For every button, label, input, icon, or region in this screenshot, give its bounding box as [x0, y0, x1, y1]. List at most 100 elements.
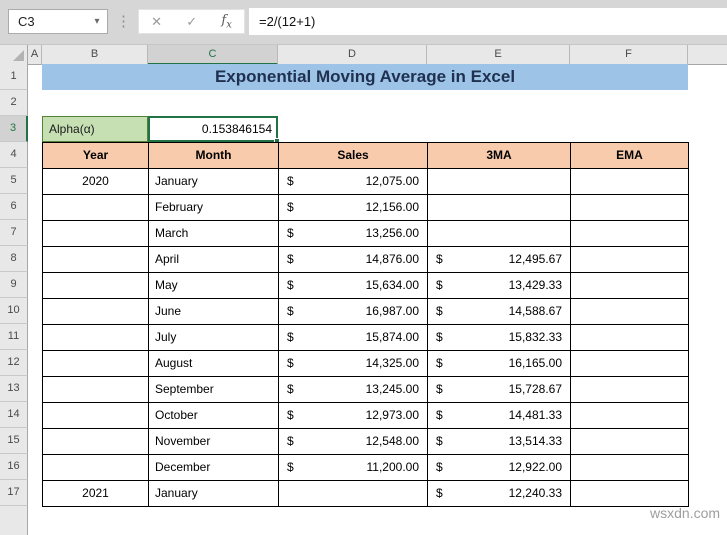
cell-3ma[interactable]: $13,514.33 [428, 429, 571, 455]
cell-sales[interactable]: $12,973.00 [279, 403, 428, 429]
row-header-10[interactable]: 10 [0, 298, 28, 324]
cell-ema[interactable] [571, 351, 689, 377]
cell-month[interactable]: September [149, 377, 279, 403]
column-header-C[interactable]: C [148, 45, 278, 65]
formula-input[interactable]: =2/(12+1) [249, 8, 727, 35]
cell-ema[interactable] [571, 429, 689, 455]
row-header-1[interactable]: 1 [0, 64, 28, 90]
column-header-B[interactable]: B [42, 45, 148, 65]
cell-year[interactable] [43, 455, 149, 481]
cell-3ma[interactable]: $15,832.33 [428, 325, 571, 351]
cell-month[interactable]: February [149, 195, 279, 221]
row-header-16[interactable]: 16 [0, 454, 28, 480]
row-header-11[interactable]: 11 [0, 324, 28, 350]
cell-year[interactable] [43, 429, 149, 455]
cell-ema[interactable] [571, 377, 689, 403]
table-header-3ma[interactable]: 3MA [428, 143, 571, 169]
cell-year[interactable] [43, 247, 149, 273]
cell-ema[interactable] [571, 325, 689, 351]
insert-function-icon[interactable]: fx [221, 13, 231, 31]
cell-year[interactable]: 2021 [43, 481, 149, 507]
cell-sales[interactable]: $13,256.00 [279, 221, 428, 247]
column-header-E[interactable]: E [427, 45, 570, 65]
cell-sales[interactable]: $13,245.00 [279, 377, 428, 403]
cell-month[interactable]: May [149, 273, 279, 299]
cell-year[interactable] [43, 273, 149, 299]
cell-ema[interactable] [571, 247, 689, 273]
title-cell[interactable]: Exponential Moving Average in Excel [42, 64, 688, 90]
cell-3ma[interactable] [428, 221, 571, 247]
enter-icon[interactable]: ✓ [186, 14, 197, 30]
alpha-label-cell[interactable]: Alpha(α) [42, 116, 148, 142]
cell-ema[interactable] [571, 299, 689, 325]
cancel-icon[interactable]: ✕ [151, 14, 162, 30]
column-header-F[interactable]: F [570, 45, 688, 65]
cell-3ma[interactable]: $13,429.33 [428, 273, 571, 299]
cell-3ma[interactable] [428, 169, 571, 195]
cell-sales[interactable]: $12,075.00 [279, 169, 428, 195]
cell-month[interactable]: January [149, 481, 279, 507]
cell-3ma[interactable]: $12,922.00 [428, 455, 571, 481]
select-all-button[interactable] [0, 45, 28, 65]
cell-month[interactable]: October [149, 403, 279, 429]
cell-sales[interactable]: $11,200.00 [279, 455, 428, 481]
cell-month[interactable]: July [149, 325, 279, 351]
cell-3ma[interactable]: $14,481.33 [428, 403, 571, 429]
column-header-D[interactable]: D [278, 45, 427, 65]
cell-ema[interactable] [571, 481, 689, 507]
table-header-year[interactable]: Year [43, 143, 149, 169]
cell-ema[interactable] [571, 455, 689, 481]
row-header-17[interactable]: 17 [0, 480, 28, 506]
cell-year[interactable] [43, 403, 149, 429]
cell-3ma[interactable]: $12,240.33 [428, 481, 571, 507]
cell-year[interactable] [43, 195, 149, 221]
cell-3ma[interactable]: $16,165.00 [428, 351, 571, 377]
cell-3ma[interactable] [428, 195, 571, 221]
cell-sales[interactable] [279, 481, 428, 507]
row-header-8[interactable]: 8 [0, 246, 28, 272]
cell-month[interactable]: November [149, 429, 279, 455]
cell-sales[interactable]: $15,874.00 [279, 325, 428, 351]
cell-month[interactable]: March [149, 221, 279, 247]
row-header-13[interactable]: 13 [0, 376, 28, 402]
cell-sales[interactable]: $14,325.00 [279, 351, 428, 377]
name-box[interactable]: C3 ▾ [8, 9, 108, 34]
row-header-7[interactable]: 7 [0, 220, 28, 246]
cell-3ma[interactable]: $15,728.67 [428, 377, 571, 403]
cell-year[interactable] [43, 299, 149, 325]
table-header-month[interactable]: Month [149, 143, 279, 169]
cell-3ma[interactable]: $12,495.67 [428, 247, 571, 273]
cell-sales[interactable]: $16,987.00 [279, 299, 428, 325]
row-header-3[interactable]: 3 [0, 116, 28, 142]
cell-year[interactable] [43, 221, 149, 247]
cell-sales[interactable]: $14,876.00 [279, 247, 428, 273]
cell-year[interactable]: 2020 [43, 169, 149, 195]
cell-month[interactable]: August [149, 351, 279, 377]
row-header-15[interactable]: 15 [0, 428, 28, 454]
cell-ema[interactable] [571, 403, 689, 429]
table-header-sales[interactable]: Sales [279, 143, 428, 169]
cell-ema[interactable] [571, 221, 689, 247]
cell-sales[interactable]: $12,156.00 [279, 195, 428, 221]
cell-month[interactable]: June [149, 299, 279, 325]
cell-ema[interactable] [571, 195, 689, 221]
row-header-2[interactable]: 2 [0, 90, 28, 116]
row-header-4[interactable]: 4 [0, 142, 28, 168]
row-header-5[interactable]: 5 [0, 168, 28, 194]
cell-year[interactable] [43, 325, 149, 351]
cell-ema[interactable] [571, 169, 689, 195]
cell-month[interactable]: April [149, 247, 279, 273]
cell-month[interactable]: December [149, 455, 279, 481]
row-header-9[interactable]: 9 [0, 272, 28, 298]
column-header-A[interactable]: A [28, 45, 42, 65]
cell-year[interactable] [43, 351, 149, 377]
active-cell-c3[interactable]: 0.153846154 [148, 116, 280, 144]
row-header-6[interactable]: 6 [0, 194, 28, 220]
name-box-dropdown-icon[interactable]: ▾ [87, 16, 107, 27]
cell-sales[interactable]: $12,548.00 [279, 429, 428, 455]
cell-sales[interactable]: $15,634.00 [279, 273, 428, 299]
cell-ema[interactable] [571, 273, 689, 299]
cell-month[interactable]: January [149, 169, 279, 195]
cell-3ma[interactable]: $14,588.67 [428, 299, 571, 325]
row-header-14[interactable]: 14 [0, 402, 28, 428]
